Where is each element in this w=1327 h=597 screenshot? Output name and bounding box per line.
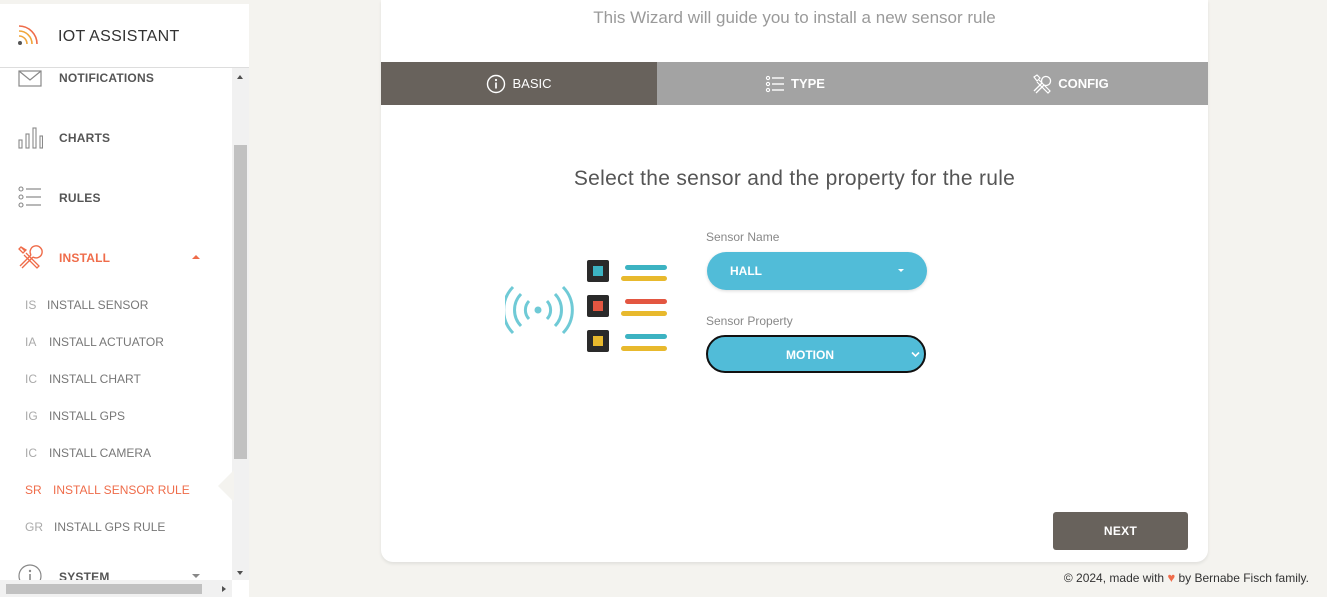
tools-icon <box>18 245 43 269</box>
sensor-property-value: MOTION <box>786 348 834 362</box>
sidebar-subitem-install-camera[interactable]: IC INSTALL CAMERA <box>0 437 232 467</box>
info-icon <box>487 74 506 93</box>
tab-label: BASIC <box>512 76 552 91</box>
sidebar-item-label: RULES <box>59 191 101 205</box>
wizard-tabs: BASIC TYPE CONFIG <box>381 62 1208 105</box>
sensor-name-dropdown[interactable]: HALL <box>707 252 927 290</box>
subitem-abbr: GR <box>25 520 43 534</box>
subitem-label: INSTALL CHART <box>49 372 141 386</box>
bar-chart-icon <box>18 127 43 149</box>
sidebar-subitem-install-sensor[interactable]: IS INSTALL SENSOR <box>0 289 232 319</box>
sidebar-horizontal-scrollbar[interactable] <box>0 580 232 597</box>
scrollbar-thumb[interactable] <box>6 584 202 594</box>
sidebar-item-charts[interactable]: CHARTS <box>0 117 232 157</box>
sensor-property-select[interactable]: MOTION <box>706 335 926 373</box>
sidebar-item-label: NOTIFICATIONS <box>59 71 155 85</box>
step-title: Select the sensor and the property for t… <box>573 167 1016 190</box>
sidebar-item-label: SYSTEM <box>59 570 110 580</box>
heart-icon: ♥ <box>1167 570 1176 585</box>
tab-basic[interactable]: BASIC <box>381 62 657 105</box>
sidebar-subitem-install-gps-rule[interactable]: GR INSTALL GPS RULE <box>0 511 232 541</box>
tools-icon <box>1033 73 1052 94</box>
subitem-label: INSTALL CAMERA <box>49 446 152 460</box>
subitem-label: INSTALL SENSOR <box>47 298 149 312</box>
caret-up-icon <box>192 255 200 259</box>
subitem-abbr: IG <box>25 409 38 423</box>
active-indicator-arrow <box>218 470 234 502</box>
footer: © 2024, made with ♥ by Bernabe Fisch fam… <box>1064 570 1309 585</box>
tab-label: TYPE <box>791 76 825 91</box>
signal-waves-icon <box>505 285 574 335</box>
sensor-list-illustration <box>505 260 667 352</box>
wifi-logo-icon <box>18 25 38 45</box>
sidebar-item-label: INSTALL <box>59 251 111 265</box>
chevron-down-icon <box>911 351 920 358</box>
sidebar: IOT ASSISTANT NOTIFICATIONS CHARTS RULES… <box>0 4 249 597</box>
subitem-abbr: SR <box>25 483 42 497</box>
wizard-card: This Wizard will guide you to install a … <box>381 0 1208 562</box>
subitem-abbr: IC <box>25 446 37 460</box>
subitem-label: INSTALL ACTUATOR <box>49 335 164 349</box>
list-icon <box>765 75 785 92</box>
subitem-label: INSTALL GPS <box>49 409 126 423</box>
sidebar-subitem-install-actuator[interactable]: IA INSTALL ACTUATOR <box>0 326 232 356</box>
app-title: IOT ASSISTANT <box>58 28 180 45</box>
sidebar-item-label: CHARTS <box>59 131 111 145</box>
sidebar-header: IOT ASSISTANT <box>0 4 249 68</box>
sidebar-subitem-install-gps[interactable]: IG INSTALL GPS <box>0 400 232 430</box>
sidebar-subitem-install-chart[interactable]: IC INSTALL CHART <box>0 363 232 393</box>
mail-icon <box>18 70 42 87</box>
subitem-label: INSTALL SENSOR RULE <box>53 483 190 497</box>
footer-suffix: by Bernabe Fisch family. <box>1178 571 1310 585</box>
scroll-right-icon[interactable] <box>222 586 226 592</box>
scroll-up-icon[interactable] <box>237 75 243 79</box>
tab-type[interactable]: TYPE <box>657 62 933 105</box>
footer-prefix: © 2024, made with <box>1063 571 1165 585</box>
sensor-name-label: Sensor Name <box>706 230 780 244</box>
sidebar-item-rules[interactable]: RULES <box>0 177 232 217</box>
info-icon <box>18 564 42 580</box>
scroll-down-icon[interactable] <box>237 571 243 575</box>
subitem-abbr: IC <box>25 372 37 386</box>
sensor-name-value: HALL <box>730 264 762 278</box>
wizard-subtitle: This Wizard will guide you to install a … <box>593 8 996 27</box>
subitem-abbr: IS <box>25 298 37 312</box>
scrollbar-thumb[interactable] <box>234 145 247 459</box>
list-icon <box>18 186 41 208</box>
tab-label: CONFIG <box>1058 76 1109 91</box>
sidebar-vertical-scrollbar[interactable] <box>232 68 249 580</box>
sidebar-item-notifications[interactable]: NOTIFICATIONS <box>0 68 232 97</box>
sidebar-item-install[interactable]: INSTALL <box>0 237 232 277</box>
sidebar-nav: NOTIFICATIONS CHARTS RULES INSTALL IS IN… <box>0 68 232 580</box>
sidebar-subitem-install-sensor-rule[interactable]: SR INSTALL SENSOR RULE <box>0 474 232 504</box>
sensor-property-label: Sensor Property <box>706 314 793 328</box>
subitem-label: INSTALL GPS RULE <box>54 520 166 534</box>
caret-down-icon <box>192 574 200 578</box>
next-button[interactable]: NEXT <box>1053 512 1188 550</box>
sidebar-item-system[interactable]: SYSTEM <box>0 556 232 580</box>
tab-config[interactable]: CONFIG <box>933 62 1208 105</box>
subitem-abbr: IA <box>25 335 37 349</box>
caret-down-icon <box>898 269 904 272</box>
